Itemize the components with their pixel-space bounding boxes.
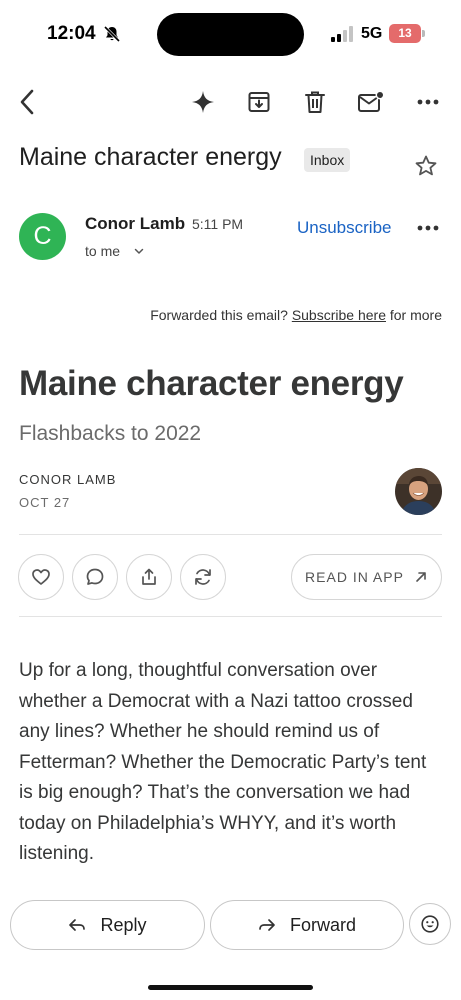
comment-icon <box>86 568 104 585</box>
post-body: Up for a long, thoughtful conversation o… <box>19 660 427 864</box>
emoji-reaction-button[interactable] <box>409 903 451 945</box>
more-icon <box>417 99 439 105</box>
emoji-icon <box>421 915 439 933</box>
read-in-app-button[interactable]: READ IN APP <box>291 554 442 600</box>
star-icon <box>415 155 437 176</box>
back-arrow-icon <box>20 89 34 115</box>
more-options-button[interactable] <box>414 90 442 114</box>
network-type: 5G <box>361 25 383 42</box>
message-more-button[interactable] <box>414 218 442 238</box>
share-button[interactable] <box>126 554 172 600</box>
forward-icon <box>259 919 275 931</box>
divider-top <box>19 534 442 535</box>
recipient-details[interactable]: to me <box>85 243 120 259</box>
arrow-up-right-icon <box>416 572 426 582</box>
more-icon <box>417 225 439 231</box>
forwarded-notice: Forwarded this email? Subscribe here for… <box>0 307 442 323</box>
unsubscribe-link[interactable]: Unsubscribe <box>297 218 392 238</box>
home-indicator[interactable] <box>148 985 313 990</box>
forwarded-prefix: Forwarded this email? <box>150 307 288 323</box>
subscribe-link[interactable]: Subscribe here <box>292 307 386 323</box>
post-title[interactable]: Maine character energy <box>19 364 404 404</box>
signal-icon <box>331 26 353 42</box>
archive-icon <box>248 92 270 112</box>
author-avatar[interactable] <box>395 468 442 515</box>
back-button[interactable] <box>12 87 42 117</box>
post-subtitle: Flashbacks to 2022 <box>19 422 202 445</box>
restack-icon <box>195 569 211 585</box>
sent-time: 5:11 PM <box>192 216 244 232</box>
star-button[interactable] <box>412 152 440 180</box>
sparkle-icon <box>192 91 214 113</box>
mail-unread-icon <box>358 90 385 112</box>
delete-button[interactable] <box>301 88 329 116</box>
forward-label: Forward <box>289 914 356 935</box>
status-bar: 12:04 5G 13 <box>0 0 461 70</box>
forwarded-suffix: for more <box>389 307 442 323</box>
restack-button[interactable] <box>180 554 226 600</box>
chevron-down-icon[interactable] <box>133 245 145 257</box>
battery-nub <box>422 30 425 37</box>
divider-bottom <box>19 616 442 617</box>
archive-button[interactable] <box>245 88 273 116</box>
heart-icon <box>32 569 50 585</box>
comment-button[interactable] <box>72 554 118 600</box>
bell-off-icon <box>103 25 121 43</box>
mark-unread-button[interactable] <box>356 87 386 117</box>
email-subject: Maine character energy <box>19 143 282 171</box>
share-icon <box>142 568 156 585</box>
post-date: OCT 27 <box>19 495 71 510</box>
read-in-app-label: READ IN APP <box>305 569 404 585</box>
sender-name[interactable]: Conor Lamb <box>85 214 185 234</box>
status-time: 12:04 <box>47 23 96 44</box>
like-button[interactable] <box>18 554 64 600</box>
inbox-label[interactable]: Inbox <box>304 148 351 172</box>
reply-button[interactable]: Reply <box>10 900 205 950</box>
reply-icon <box>69 919 86 931</box>
dynamic-island <box>157 13 304 56</box>
post-author[interactable]: CONOR LAMB <box>19 472 116 487</box>
summarize-button[interactable] <box>189 88 217 116</box>
trash-icon <box>305 91 325 113</box>
reply-label: Reply <box>100 914 147 935</box>
sender-avatar[interactable]: C <box>19 213 66 260</box>
forward-button[interactable]: Forward <box>210 900 404 950</box>
battery-indicator: 13 <box>389 24 421 43</box>
